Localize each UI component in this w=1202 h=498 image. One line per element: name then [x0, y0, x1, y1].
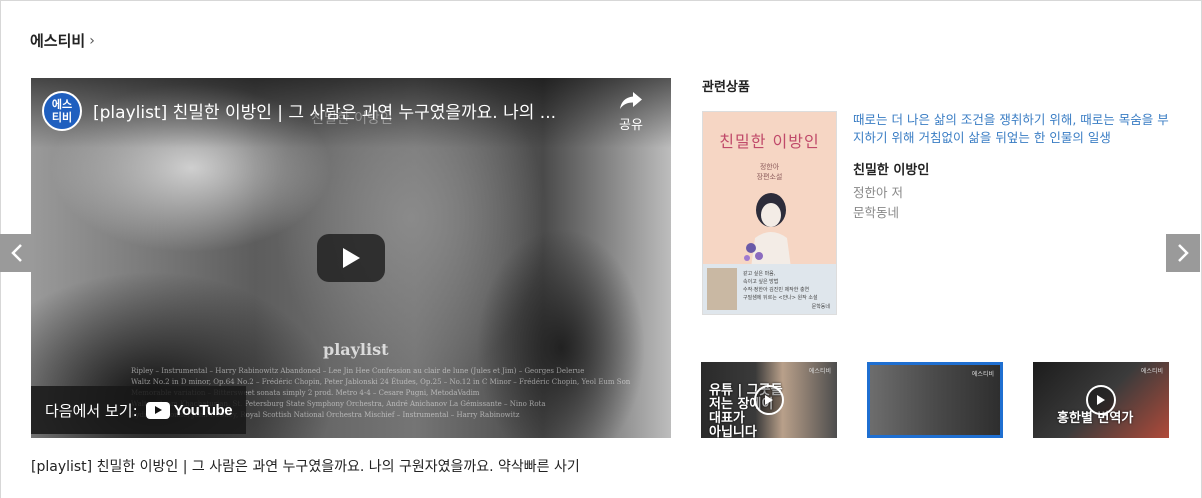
- video-player[interactable]: 친밀한 이방인 에스 티비 [playlist] 친밀한 이방인 | 그 사람은…: [31, 78, 671, 438]
- watch-on-youtube-button[interactable]: 다음에서 보기: YouTube: [31, 386, 247, 434]
- chevron-right-icon: [1178, 244, 1189, 262]
- play-icon: [343, 248, 360, 268]
- video-thumbnail[interactable]: 에스티비 유튜 | 그곳들 저는 장에이 대표가 아닙니다: [701, 362, 837, 438]
- video-title[interactable]: [playlist] 친밀한 이방인 | 그 사람은 과연 누구였을까요. 나의…: [93, 98, 593, 123]
- thumbnail-brand: 에스티비: [971, 371, 994, 378]
- video-thumbnail[interactable]: 에스티비 홍한별 번역가: [1033, 362, 1169, 438]
- prev-arrow-button[interactable]: [0, 234, 34, 272]
- book-author: 정한아 저: [853, 185, 903, 200]
- book-description-link[interactable]: 때로는 더 나은 삶의 조건을 쟁취하기 위해, 때로는 목숨을 부지하기 위해…: [853, 111, 1173, 147]
- share-label: 공유: [619, 118, 643, 133]
- watch-on-label: 다음에서 보기:: [45, 401, 138, 420]
- chevron-left-icon: [11, 244, 22, 262]
- related-products-heading: 관련상품: [702, 80, 750, 95]
- next-arrow-button[interactable]: [1166, 234, 1200, 272]
- video-caption[interactable]: [playlist] 친밀한 이방인 | 그 사람은 과연 누구였을까요. 나의…: [31, 456, 580, 476]
- credits-line: Ripley – Instrumental – Harry Rabinowitz…: [131, 367, 585, 375]
- play-button[interactable]: [317, 234, 385, 282]
- youtube-wordmark: YouTube: [173, 401, 233, 419]
- thumbnail-brand: 에스티비: [808, 368, 831, 375]
- chevron-right-icon: ›: [89, 32, 95, 49]
- section-title-link[interactable]: 에스티비 ›: [30, 30, 95, 51]
- share-button[interactable]: 공유: [609, 90, 653, 133]
- book-title[interactable]: 친밀한 이방인: [853, 159, 929, 178]
- play-circle-icon: [1086, 385, 1116, 415]
- book-cover-image[interactable]: 친밀한 이방인 정한아 장편소설 같고 싶은 마음, 속이고 싶은 방법 수작·…: [702, 111, 837, 315]
- cover-author: 정한아 장편소설: [756, 163, 783, 181]
- cover-still-image: [707, 268, 737, 310]
- cover-figure-illustration: [744, 193, 791, 268]
- playlist-overlay-text: playlist: [323, 340, 389, 359]
- video-thumbnail-selected[interactable]: 에스티비: [867, 362, 1003, 438]
- cover-blurb: 같고 싶은 마음, 속이고 싶은 방법 수작·정한아 김진민 제작한 충연 구밀…: [743, 271, 818, 301]
- channel-avatar[interactable]: 에스 티비: [42, 91, 82, 131]
- book-publisher: 문학동네: [853, 205, 900, 220]
- youtube-play-icon: [145, 401, 170, 419]
- cover-title: 친밀한 이방인: [719, 132, 820, 151]
- cover-publisher: 문학동네: [811, 304, 830, 310]
- youtube-logo: YouTube: [145, 401, 233, 419]
- thumbnail-brand: 에스티비: [1140, 368, 1163, 375]
- channel-avatar-text: 에스 티비: [51, 98, 73, 124]
- section-title: 에스티비: [30, 32, 86, 50]
- share-icon: [620, 92, 642, 109]
- play-circle-icon: [754, 385, 784, 415]
- cover-band: 같고 싶은 마음, 속이고 싶은 방법 수작·정한아 김진민 제작한 충연 구밀…: [703, 264, 836, 314]
